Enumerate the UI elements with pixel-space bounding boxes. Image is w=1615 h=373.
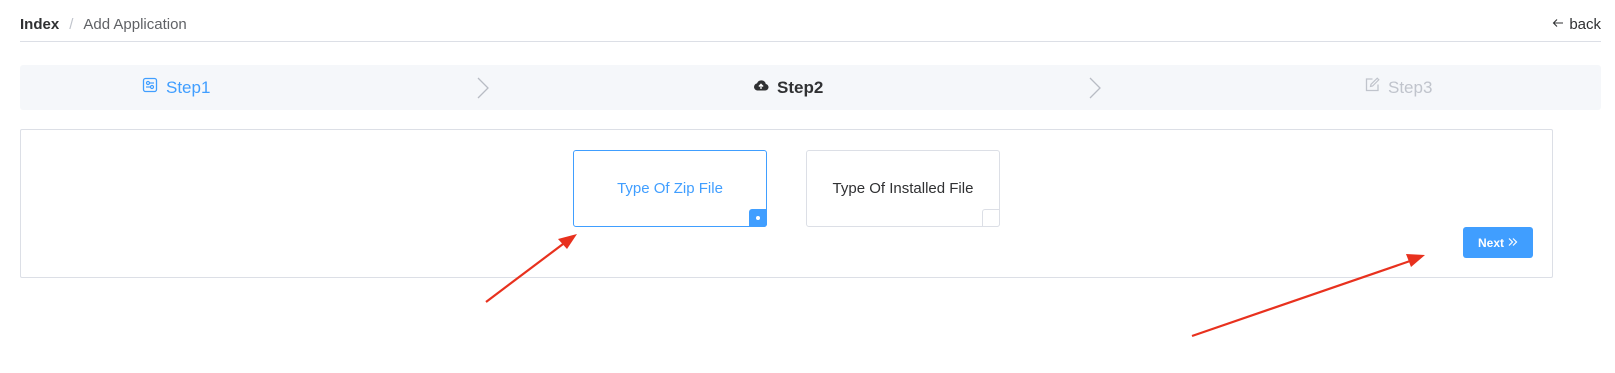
- double-chevron-right-icon: [1508, 236, 1518, 250]
- header-divider: [20, 41, 1601, 42]
- step-3: Step3: [1364, 65, 1432, 110]
- unselected-check-icon: [982, 209, 1000, 227]
- next-button[interactable]: Next: [1463, 227, 1533, 258]
- option-zip-file-label: Type Of Zip File: [617, 180, 723, 197]
- breadcrumb-root[interactable]: Index: [20, 15, 59, 35]
- breadcrumb-current: Add Application: [83, 16, 187, 33]
- step-1-label: Step1: [166, 77, 211, 97]
- step-2-label: Step2: [777, 77, 824, 97]
- back-label: back: [1569, 16, 1601, 33]
- edit-icon: [1364, 77, 1380, 98]
- upload-type-panel: Type Of Zip File Type Of Installed File …: [20, 129, 1553, 278]
- cloud-upload-icon: [753, 77, 769, 98]
- selected-check-icon: [749, 209, 767, 227]
- sliders-icon: [142, 77, 158, 98]
- option-zip-file[interactable]: Type Of Zip File: [573, 150, 767, 227]
- breadcrumb-separator: /: [69, 16, 74, 33]
- back-link[interactable]: back: [1552, 16, 1601, 33]
- arrow-left-icon: [1552, 16, 1564, 33]
- option-installed-file[interactable]: Type Of Installed File: [806, 150, 1000, 227]
- step-2: Step2: [753, 65, 823, 110]
- breadcrumb: Index / Add Application: [20, 15, 187, 35]
- option-installed-file-label: Type Of Installed File: [832, 180, 974, 197]
- steps-bar: Step1 Step2 Step3: [20, 65, 1601, 110]
- chevron-right-icon: [477, 77, 489, 99]
- next-button-label: Next: [1477, 235, 1504, 250]
- chevron-right-icon: [1089, 77, 1101, 99]
- step-3-label: Step3: [1388, 77, 1433, 97]
- step-1: Step1: [142, 65, 210, 110]
